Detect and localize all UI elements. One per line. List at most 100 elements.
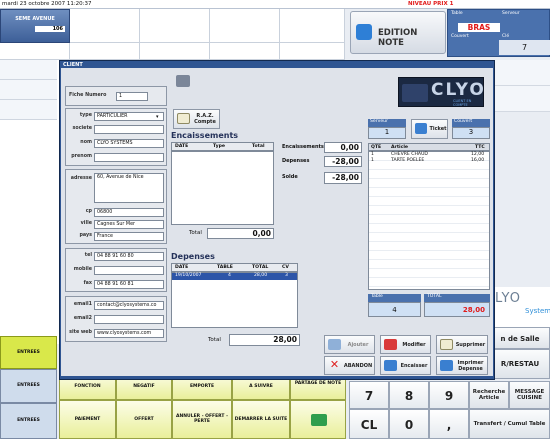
grid-cell[interactable]: [280, 43, 345, 60]
message-cuisine-button[interactable]: MESSAGE CUISINE: [509, 381, 550, 409]
ticket-article: CHEVRE CHAUD: [391, 152, 428, 157]
table-row[interactable]: 19/10/2007 4 28,00 3: [172, 273, 297, 280]
clyo-logo-sub: CLIENT EN COMPTE: [453, 99, 472, 107]
r-restau-button[interactable]: R/RESTAU: [490, 349, 550, 379]
ticket-button[interactable]: Ticket: [411, 119, 448, 139]
ticket-qte: 1: [371, 152, 374, 157]
grid-cell[interactable]: [70, 43, 140, 60]
address-panel: adresse 60, Avenue de Nice cp 06800 vill…: [65, 169, 167, 244]
pays-input[interactable]: France: [94, 232, 164, 241]
key-0[interactable]: 0: [389, 409, 429, 439]
ticket-col-article: Article: [391, 145, 409, 150]
key-8[interactable]: 8: [389, 381, 429, 409]
adresse-input[interactable]: 60, Avenue de Nice: [94, 173, 164, 203]
edition-note-button[interactable]: EDITION NOTE: [350, 11, 446, 54]
paiement-button[interactable]: PAIEMENT: [59, 400, 116, 439]
close-icon: ✕: [329, 358, 340, 371]
cp-input[interactable]: 06800: [94, 208, 164, 217]
imprimer-depense-button[interactable]: Imprimer Depense: [436, 356, 488, 375]
summary-encaissements-value: 0,00: [324, 142, 362, 153]
salle-value: 106: [35, 26, 65, 32]
cle-label: Clé: [502, 34, 510, 39]
key-9[interactable]: 9: [429, 381, 469, 409]
edition-note-label: EDITION NOTE: [378, 28, 418, 48]
fin-de-salle-button[interactable]: n de Salle: [490, 327, 550, 349]
site-input[interactable]: www.clyosystems.com: [94, 329, 164, 338]
abandon-button[interactable]: ✕ ABANDON: [324, 356, 375, 375]
grid-cell[interactable]: [70, 9, 140, 43]
type-select[interactable]: PARTICULIER: [94, 112, 164, 121]
demarrer-suite-button[interactable]: DEMARRER LA SUITE: [232, 400, 290, 439]
salle-button[interactable]: SEME AVENUE 106: [0, 9, 70, 43]
fiche-input[interactable]: 1: [116, 92, 148, 101]
annuler-button[interactable]: ANNULER - OFFERT - PERTE: [172, 400, 232, 439]
grid-cell[interactable]: [140, 9, 210, 43]
entrees-button-1[interactable]: ENTREES: [0, 336, 57, 369]
raz-compte-button[interactable]: R.A.Z. Compte: [173, 109, 220, 129]
email1-input[interactable]: contact@clyosystems.co: [94, 301, 164, 310]
web-panel: email1 contact@clyosystems.co email2 sit…: [65, 296, 167, 342]
dep-row-date: 19/10/2007: [175, 273, 202, 278]
side-row[interactable]: [0, 80, 57, 100]
fiche-panel: Fiche Numero 1: [65, 86, 167, 106]
fax-input[interactable]: 04 88 91 60 81: [94, 280, 164, 289]
modifier-button[interactable]: Modifier: [380, 335, 431, 354]
offert-button[interactable]: OFFERT: [116, 400, 172, 439]
email2-input[interactable]: [94, 315, 164, 324]
entrees-button-2[interactable]: ENTREES: [0, 369, 57, 403]
summary-depenses-label: Depenses: [282, 158, 310, 164]
ajouter-button[interactable]: Ajouter: [324, 335, 375, 354]
dep-row-cv: 3: [285, 273, 288, 278]
dep-total-value: 28,00: [229, 334, 300, 346]
ticket-list[interactable]: 1 CHEVRE CHAUD 12,00 1 TARTE POELEE 16,0…: [368, 151, 490, 290]
folder-icon: [328, 339, 341, 350]
grid-cell[interactable]: [210, 43, 280, 60]
ticket-article: TARTE POELEE: [391, 158, 425, 163]
right-row[interactable]: [493, 86, 550, 112]
dep-col-total: TOTAL: [252, 265, 269, 270]
entrees-button-3[interactable]: ENTREES: [0, 403, 57, 439]
nom-input[interactable]: CLYO SYSTEMS: [94, 139, 164, 148]
societe-input[interactable]: [94, 125, 164, 134]
encaissements-table[interactable]: [171, 151, 274, 225]
couvert-head: Couvert: [452, 119, 490, 127]
clyo-client-logo: CLYO CLIENT EN COMPTE: [398, 77, 484, 107]
salle-label: SEME AVENUE: [15, 16, 55, 22]
prenom-input[interactable]: [94, 153, 164, 162]
ville-input[interactable]: Cagnes Sur Mer: [94, 220, 164, 229]
couvert-value: 3: [452, 127, 490, 139]
key-clear[interactable]: CL: [349, 409, 389, 439]
side-row[interactable]: [0, 60, 57, 80]
mobile-input[interactable]: [94, 266, 164, 275]
list-item[interactable]: 1 TARTE POELEE 16,00: [369, 158, 489, 165]
total-value: 28,00: [424, 302, 490, 317]
price-level: NIVEAU PRIX 1: [408, 1, 454, 7]
recherche-article-button[interactable]: Recherche Article: [469, 381, 509, 409]
depenses-table[interactable]: 19/10/2007 4 28,00 3: [171, 272, 298, 328]
societe-label: societe: [72, 126, 92, 131]
clyo-logo: LYO Systems: [493, 287, 550, 327]
dep-col-cv: CV: [282, 265, 289, 270]
grid-cell[interactable]: [140, 43, 210, 60]
supprimer-button[interactable]: Supprimer: [436, 335, 488, 354]
key-comma[interactable]: ,: [429, 409, 469, 439]
exit-button[interactable]: [290, 400, 346, 439]
cash-register-icon: [384, 360, 397, 371]
delete-icon: [440, 339, 453, 350]
depenses-title: Depenses: [171, 252, 215, 261]
side-row[interactable]: [0, 100, 57, 120]
mobile-label: mobile: [73, 267, 92, 272]
key-7[interactable]: 7: [349, 381, 389, 409]
grid-cell[interactable]: [0, 43, 70, 60]
grid-cell[interactable]: [210, 9, 280, 43]
ajouter-label: Ajouter: [347, 341, 369, 348]
encaisser-button[interactable]: Encaisser: [380, 356, 431, 375]
tel-input[interactable]: 04 88 91 60 80: [94, 252, 164, 261]
transfert-cumul-button[interactable]: Transfert / Cumul Table: [469, 409, 550, 439]
summary-depenses-value: -28,00: [324, 156, 362, 167]
grid-cell[interactable]: [280, 9, 345, 43]
users-icon: [176, 75, 190, 87]
right-row[interactable]: [493, 60, 550, 86]
dep-row-total: 28,00: [254, 273, 268, 278]
encaissements-header: DATE Type Total: [171, 142, 274, 151]
